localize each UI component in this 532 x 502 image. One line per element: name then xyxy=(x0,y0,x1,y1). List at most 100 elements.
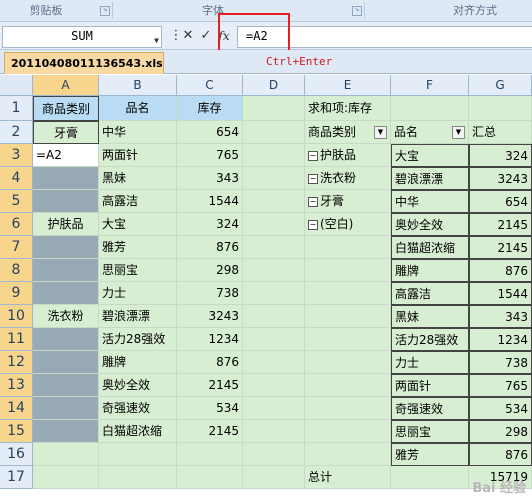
cell-b3[interactable]: 两面针 xyxy=(99,144,177,167)
cell-g3[interactable]: 324 xyxy=(469,144,532,167)
collapse-icon[interactable]: − xyxy=(308,219,318,230)
cell-a16[interactable] xyxy=(33,443,99,466)
cell-f15[interactable]: 思丽宝 xyxy=(391,420,469,443)
cell-b12[interactable]: 雕牌 xyxy=(99,351,177,374)
cell-g16[interactable]: 876 xyxy=(469,443,532,466)
cell-f13[interactable]: 两面针 xyxy=(391,374,469,397)
row-header-11[interactable]: 11 xyxy=(0,328,33,351)
column-header-b[interactable]: B xyxy=(99,75,177,96)
cell-g7[interactable]: 2145 xyxy=(469,236,532,259)
cell-e17[interactable]: 总计 xyxy=(305,466,391,489)
column-header-d[interactable]: D xyxy=(243,75,305,96)
cell-d9[interactable] xyxy=(243,282,305,305)
cell-c13[interactable]: 2145 xyxy=(177,374,243,397)
cell-b10[interactable]: 碧浪漂漂 xyxy=(99,305,177,328)
cell-c4[interactable]: 343 xyxy=(177,167,243,190)
cell-c6[interactable]: 324 xyxy=(177,213,243,236)
cell-a14[interactable] xyxy=(33,397,99,420)
cell-f5[interactable]: 中华 xyxy=(391,190,469,213)
cell-e5[interactable]: − 牙膏 xyxy=(305,190,391,213)
cell-d3[interactable] xyxy=(243,144,305,167)
cell-d10[interactable] xyxy=(243,305,305,328)
cell-b17[interactable] xyxy=(99,466,177,489)
cell-c7[interactable]: 876 xyxy=(177,236,243,259)
cell-f17[interactable] xyxy=(391,466,469,489)
row-header-6[interactable]: 6 xyxy=(0,213,33,236)
collapse-icon[interactable]: − xyxy=(308,173,318,184)
cell-e3[interactable]: − 护肤品 xyxy=(305,144,391,167)
cell-g1[interactable] xyxy=(469,96,532,121)
cell-e7[interactable] xyxy=(305,236,391,259)
cell-c16[interactable] xyxy=(177,443,243,466)
cell-g11[interactable]: 1234 xyxy=(469,328,532,351)
cell-f2[interactable]: 品名 ▼ xyxy=(391,121,469,144)
chevron-down-icon[interactable]: ▼ xyxy=(154,32,159,50)
cell-a15[interactable] xyxy=(33,420,99,443)
filter-dropdown-icon[interactable]: ▼ xyxy=(374,126,387,139)
cell-d15[interactable] xyxy=(243,420,305,443)
cell-g4[interactable]: 3243 xyxy=(469,167,532,190)
cell-b7[interactable]: 雅芳 xyxy=(99,236,177,259)
cell-d1[interactable] xyxy=(243,96,305,121)
cell-b13[interactable]: 奥妙全效 xyxy=(99,374,177,397)
cell-d14[interactable] xyxy=(243,397,305,420)
cell-e14[interactable] xyxy=(305,397,391,420)
cell-a5[interactable] xyxy=(33,190,99,213)
cell-e10[interactable] xyxy=(305,305,391,328)
cell-c10[interactable]: 3243 xyxy=(177,305,243,328)
cell-g14[interactable]: 534 xyxy=(469,397,532,420)
cell-a1[interactable]: 商品类别 xyxy=(33,96,99,121)
cell-a11[interactable] xyxy=(33,328,99,351)
cell-b14[interactable]: 奇强速效 xyxy=(99,397,177,420)
cell-c15[interactable]: 2145 xyxy=(177,420,243,443)
cell-f14[interactable]: 奇强速效 xyxy=(391,397,469,420)
cell-g2[interactable]: 汇总 xyxy=(469,121,532,144)
cell-e4[interactable]: − 洗衣粉 xyxy=(305,167,391,190)
cell-g15[interactable]: 298 xyxy=(469,420,532,443)
cell-d2[interactable] xyxy=(243,121,305,144)
cell-c14[interactable]: 534 xyxy=(177,397,243,420)
row-header-16[interactable]: 16 xyxy=(0,443,33,466)
cell-d8[interactable] xyxy=(243,259,305,282)
row-header-12[interactable]: 12 xyxy=(0,351,33,374)
cell-b4[interactable]: 黑妹 xyxy=(99,167,177,190)
cell-a9[interactable] xyxy=(33,282,99,305)
cell-g12[interactable]: 738 xyxy=(469,351,532,374)
cell-d5[interactable] xyxy=(243,190,305,213)
cell-d17[interactable] xyxy=(243,466,305,489)
cell-e2[interactable]: 商品类别 ▼ xyxy=(305,121,391,144)
row-header-3[interactable]: 3 xyxy=(0,144,33,167)
row-header-15[interactable]: 15 xyxy=(0,420,33,443)
cell-f12[interactable]: 力士 xyxy=(391,351,469,374)
cell-b1[interactable]: 品名 xyxy=(99,96,177,121)
ribbon-group-clipboard[interactable]: 剪贴板 xyxy=(0,0,92,21)
spreadsheet-grid[interactable]: A B C D E F G 1 2 3 4 5 6 7 8 9 10 11 12 13 14 15 16 17 商品类别 品名 库存… xyxy=(0,75,532,502)
cell-e8[interactable] xyxy=(305,259,391,282)
cell-e6[interactable]: − (空白) xyxy=(305,213,391,236)
cell-a2[interactable]: 牙膏 xyxy=(33,121,99,144)
column-header-g[interactable]: G xyxy=(469,75,532,96)
cell-g8[interactable]: 876 xyxy=(469,259,532,282)
row-header-13[interactable]: 13 xyxy=(0,374,33,397)
cell-b16[interactable] xyxy=(99,443,177,466)
cell-b5[interactable]: 高露洁 xyxy=(99,190,177,213)
cell-e11[interactable] xyxy=(305,328,391,351)
column-header-c[interactable]: C xyxy=(177,75,243,96)
cell-a7[interactable] xyxy=(33,236,99,259)
cell-a12[interactable] xyxy=(33,351,99,374)
cell-a13[interactable] xyxy=(33,374,99,397)
cell-e9[interactable] xyxy=(305,282,391,305)
cell-e16[interactable] xyxy=(305,443,391,466)
row-header-1[interactable]: 1 xyxy=(0,96,33,121)
row-header-8[interactable]: 8 xyxy=(0,259,33,282)
cell-b11[interactable]: 活力28强效 xyxy=(99,328,177,351)
cell-a10[interactable]: 洗衣粉 xyxy=(33,305,99,328)
cell-c3[interactable]: 765 xyxy=(177,144,243,167)
font-launcher-icon[interactable]: ↘ xyxy=(352,6,362,16)
cell-f3[interactable]: 大宝 xyxy=(391,144,469,167)
cell-g6[interactable]: 2145 xyxy=(469,213,532,236)
cell-d16[interactable] xyxy=(243,443,305,466)
cell-b15[interactable]: 白猫超浓缩 xyxy=(99,420,177,443)
cell-f9[interactable]: 高露洁 xyxy=(391,282,469,305)
cell-c11[interactable]: 1234 xyxy=(177,328,243,351)
